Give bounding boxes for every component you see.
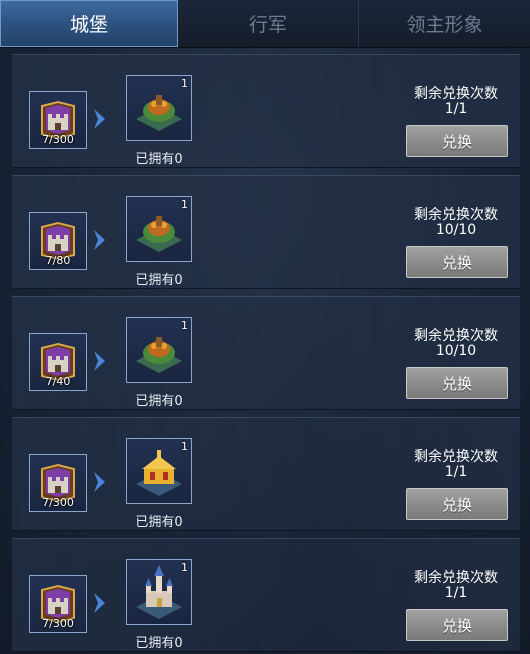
chevron-right-icon — [94, 593, 105, 613]
cost-count: 7/300 — [42, 133, 74, 146]
source-item-slot[interactable]: 7/300 — [29, 454, 87, 512]
remaining-exchanges-label: 剩余兑换次数 — [414, 570, 498, 586]
source-item-slot[interactable]: 7/300 — [29, 575, 87, 633]
cost-count: 7/300 — [42, 496, 74, 509]
reward-quantity: 1 — [181, 561, 188, 574]
exchange-button[interactable]: 兑换 — [406, 246, 508, 278]
tab-bar: 城堡 行军 领主形象 — [0, 0, 530, 48]
owned-count: 已拥有0 — [135, 152, 183, 167]
reward-item-slot[interactable]: 1 — [126, 559, 192, 625]
chevron-right-icon — [94, 109, 105, 129]
chevron-right-icon — [94, 351, 105, 371]
turtle-castle-icon — [136, 337, 182, 373]
reward-quantity: 1 — [181, 440, 188, 453]
chevron-right-icon — [94, 230, 105, 250]
tab-march[interactable]: 行军 — [178, 0, 359, 47]
remaining-exchanges-value: 10/10 — [435, 343, 477, 359]
remaining-exchanges-label: 剩余兑换次数 — [414, 86, 498, 102]
owned-count: 已拥有0 — [135, 636, 183, 651]
reward-quantity: 1 — [181, 198, 188, 211]
remaining-exchanges-label: 剩余兑换次数 — [414, 449, 498, 465]
golden-palace-icon — [136, 450, 182, 496]
exchange-button[interactable]: 兑换 — [406, 125, 508, 157]
reward-item-slot[interactable]: 1 — [126, 196, 192, 262]
source-item-slot[interactable]: 7/80 — [29, 212, 87, 270]
exchange-row: 7/300 1 已拥有0 剩余兑换次数 1/1 兑换 — [12, 54, 520, 168]
cost-count: 7/40 — [45, 375, 71, 388]
tab-castle[interactable]: 城堡 — [0, 0, 178, 47]
source-item-slot[interactable]: 7/300 — [29, 91, 87, 149]
cost-count: 7/80 — [45, 254, 71, 267]
source-item-slot[interactable]: 7/40 — [29, 333, 87, 391]
exchange-row: 7/300 1 已拥有0 剩余兑换次数 1/1 兑换 — [12, 538, 520, 652]
exchange-row: 7/300 1 已拥有0 剩余兑换次数 1/1 兑换 — [12, 417, 520, 531]
cost-count: 7/300 — [42, 617, 74, 630]
reward-quantity: 1 — [181, 77, 188, 90]
remaining-exchanges-value: 1/1 — [444, 585, 468, 601]
reward-item-slot[interactable]: 1 — [126, 438, 192, 504]
owned-count: 已拥有0 — [135, 394, 183, 409]
chevron-right-icon — [94, 472, 105, 492]
exchange-list[interactable]: 7/300 1 已拥有0 剩余兑换次数 1/1 兑换 7/80 1 已拥有0 剩… — [0, 47, 530, 654]
remaining-exchanges-value: 1/1 — [444, 101, 468, 117]
turtle-castle-icon — [136, 216, 182, 252]
remaining-exchanges-label: 剩余兑换次数 — [414, 207, 498, 223]
remaining-exchanges-label: 剩余兑换次数 — [414, 328, 498, 344]
tab-lord-image[interactable]: 领主形象 — [359, 0, 530, 47]
remaining-exchanges-value: 1/1 — [444, 464, 468, 480]
turtle-castle-icon — [136, 95, 182, 131]
fairy-castle-icon — [136, 565, 182, 619]
exchange-button[interactable]: 兑换 — [406, 609, 508, 641]
owned-count: 已拥有0 — [135, 273, 183, 288]
reward-quantity: 1 — [181, 319, 188, 332]
remaining-exchanges-value: 10/10 — [435, 222, 477, 238]
owned-count: 已拥有0 — [135, 515, 183, 530]
reward-item-slot[interactable]: 1 — [126, 317, 192, 383]
exchange-button[interactable]: 兑换 — [406, 488, 508, 520]
exchange-row: 7/40 1 已拥有0 剩余兑换次数 10/10 兑换 — [12, 296, 520, 410]
exchange-row: 7/80 1 已拥有0 剩余兑换次数 10/10 兑换 — [12, 175, 520, 289]
exchange-button[interactable]: 兑换 — [406, 367, 508, 399]
reward-item-slot[interactable]: 1 — [126, 75, 192, 141]
